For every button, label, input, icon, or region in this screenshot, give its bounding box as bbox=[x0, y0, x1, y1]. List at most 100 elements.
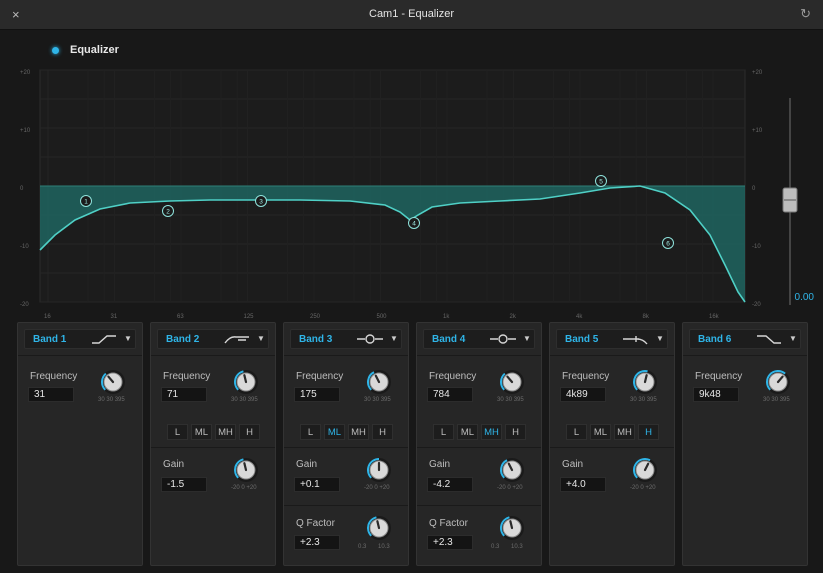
chevron-down-icon[interactable]: ▼ bbox=[390, 334, 398, 343]
y-axis-label-right: -10 bbox=[752, 244, 761, 250]
range-button-h[interactable]: H bbox=[638, 424, 659, 440]
range-button-h[interactable]: H bbox=[505, 424, 526, 440]
band-name: Band 6 bbox=[698, 334, 732, 345]
range-button-l[interactable]: L bbox=[433, 424, 454, 440]
chevron-down-icon[interactable]: ▼ bbox=[523, 334, 531, 343]
x-axis-label: 125 bbox=[244, 314, 255, 320]
range-button-ml[interactable]: ML bbox=[191, 424, 212, 440]
range-button-l[interactable]: L bbox=[167, 424, 188, 440]
gain-label: Gain bbox=[296, 459, 318, 470]
divider bbox=[284, 355, 408, 356]
gain-knob-scale: -20 0 +20 bbox=[497, 485, 523, 491]
q-factor-knob-scale: 0.3 10.3 bbox=[491, 544, 523, 550]
frequency-value-field[interactable]: 9k48 bbox=[693, 387, 739, 402]
y-axis-label-left: 0 bbox=[20, 186, 24, 192]
gain-knob-scale: -20 0 +20 bbox=[630, 485, 656, 491]
band-4-selector[interactable]: Band 4 ▼ bbox=[423, 329, 535, 349]
y-axis-label-right: 0 bbox=[752, 186, 756, 192]
frequency-value-field[interactable]: 175 bbox=[294, 387, 340, 402]
frequency-value-field[interactable]: 31 bbox=[28, 387, 74, 402]
gain-knob[interactable] bbox=[632, 457, 658, 483]
band-marker-label: 4 bbox=[412, 221, 416, 228]
range-button-mh[interactable]: MH bbox=[348, 424, 369, 440]
gain-value-field[interactable]: -1.5 bbox=[161, 477, 207, 492]
divider bbox=[151, 447, 275, 448]
band-1-selector[interactable]: Band 1 ▼ bbox=[24, 329, 136, 349]
range-button-mh[interactable]: MH bbox=[481, 424, 502, 440]
frequency-label: Frequency bbox=[429, 371, 477, 382]
range-button-ml[interactable]: ML bbox=[590, 424, 611, 440]
frequency-knob[interactable] bbox=[632, 369, 658, 395]
frequency-knob[interactable] bbox=[233, 369, 259, 395]
range-button-h[interactable]: H bbox=[239, 424, 260, 440]
frequency-knob-scale: 30 30 395 bbox=[364, 397, 391, 403]
gain-knob[interactable] bbox=[233, 457, 259, 483]
x-axis-label: 63 bbox=[177, 314, 184, 320]
bell-icon[interactable] bbox=[355, 332, 385, 346]
band-name: Band 5 bbox=[565, 334, 599, 345]
equalizer-panel: Equalizer +20 +10 0 -10 -20 +20 +10 0 -10 -20 16 31… bbox=[0, 30, 823, 573]
q-factor-label: Q Factor bbox=[429, 518, 468, 529]
band-2-selector[interactable]: Band 2 ▼ bbox=[157, 329, 269, 349]
band-3-selector[interactable]: Band 3 ▼ bbox=[290, 329, 402, 349]
q-factor-knob[interactable] bbox=[366, 515, 392, 541]
frequency-knob-scale: 30 30 395 bbox=[98, 397, 125, 403]
low-cut-icon[interactable] bbox=[222, 332, 252, 346]
x-axis-label: 16k bbox=[709, 314, 720, 320]
gain-knob[interactable] bbox=[499, 457, 525, 483]
frequency-knob[interactable] bbox=[499, 369, 525, 395]
band-name: Band 2 bbox=[166, 334, 200, 345]
range-button-ml[interactable]: ML bbox=[324, 424, 345, 440]
chevron-down-icon[interactable]: ▼ bbox=[789, 334, 797, 343]
equalizer-enable-toggle[interactable]: Equalizer bbox=[40, 44, 160, 58]
band-panel-4: Band 4 ▼ Frequency 784 30 30 395 L ML MH H Gai… bbox=[416, 322, 542, 566]
gain-value-field[interactable]: +4.0 bbox=[560, 477, 606, 492]
low-shelf-icon[interactable] bbox=[89, 332, 119, 346]
frequency-knob[interactable] bbox=[100, 369, 126, 395]
gain-knob[interactable] bbox=[366, 457, 392, 483]
chevron-down-icon[interactable]: ▼ bbox=[257, 334, 265, 343]
band-panel-6: Band 6 ▼ Frequency 9k48 30 30 395 bbox=[682, 322, 808, 566]
q-factor-value-field[interactable]: +2.3 bbox=[294, 535, 340, 550]
band-marker-label: 2 bbox=[166, 209, 170, 216]
y-axis-label-right: -20 bbox=[752, 302, 761, 308]
frequency-knob[interactable] bbox=[366, 369, 392, 395]
range-button-mh[interactable]: MH bbox=[215, 424, 236, 440]
range-button-mh[interactable]: MH bbox=[614, 424, 635, 440]
divider bbox=[550, 447, 674, 448]
band-panels: Band 1 ▼ Frequency 31 30 30 395 Band 2 ▼ … bbox=[17, 322, 816, 566]
band-marker-label: 6 bbox=[666, 241, 670, 248]
frequency-knob[interactable] bbox=[765, 369, 791, 395]
high-shelf-icon[interactable] bbox=[754, 332, 784, 346]
band-6-selector[interactable]: Band 6 ▼ bbox=[689, 329, 801, 349]
band-5-selector[interactable]: Band 5 ▼ bbox=[556, 329, 668, 349]
output-level-readout: 0.00 bbox=[794, 292, 814, 303]
eq-graph-svg[interactable]: +20+100-10-20+20+100-10-2016 31 63 125 250 50… bbox=[0, 60, 823, 330]
frequency-label: Frequency bbox=[30, 371, 78, 382]
range-button-ml[interactable]: ML bbox=[457, 424, 478, 440]
range-button-h[interactable]: H bbox=[372, 424, 393, 440]
range-button-l[interactable]: L bbox=[566, 424, 587, 440]
q-factor-value-field[interactable]: +2.3 bbox=[427, 535, 473, 550]
range-button-l[interactable]: L bbox=[300, 424, 321, 440]
frequency-value-field[interactable]: 4k89 bbox=[560, 387, 606, 402]
gain-value-field[interactable]: +0.1 bbox=[294, 477, 340, 492]
chevron-down-icon[interactable]: ▼ bbox=[124, 334, 132, 343]
frequency-value-field[interactable]: 784 bbox=[427, 387, 473, 402]
frequency-value-field[interactable]: 71 bbox=[161, 387, 207, 402]
eq-graph[interactable]: +20 +10 0 -10 -20 +20 +10 0 -10 -20 16 31 63 125 250 50… bbox=[0, 60, 823, 330]
high-cut-icon[interactable] bbox=[621, 332, 651, 346]
q-factor-label: Q Factor bbox=[296, 518, 335, 529]
divider bbox=[284, 447, 408, 448]
bell-icon[interactable] bbox=[488, 332, 518, 346]
divider bbox=[151, 355, 275, 356]
reset-icon[interactable]: ↻ bbox=[800, 6, 811, 22]
divider bbox=[18, 355, 142, 356]
x-axis-label: 8k bbox=[643, 314, 650, 320]
band-name: Band 4 bbox=[432, 334, 466, 345]
q-factor-knob[interactable] bbox=[499, 515, 525, 541]
chevron-down-icon[interactable]: ▼ bbox=[656, 334, 664, 343]
band-panel-5: Band 5 ▼ Frequency 4k89 30 30 395 L ML MH H Ga… bbox=[549, 322, 675, 566]
y-axis-label-left: +10 bbox=[20, 128, 31, 134]
gain-value-field[interactable]: -4.2 bbox=[427, 477, 473, 492]
